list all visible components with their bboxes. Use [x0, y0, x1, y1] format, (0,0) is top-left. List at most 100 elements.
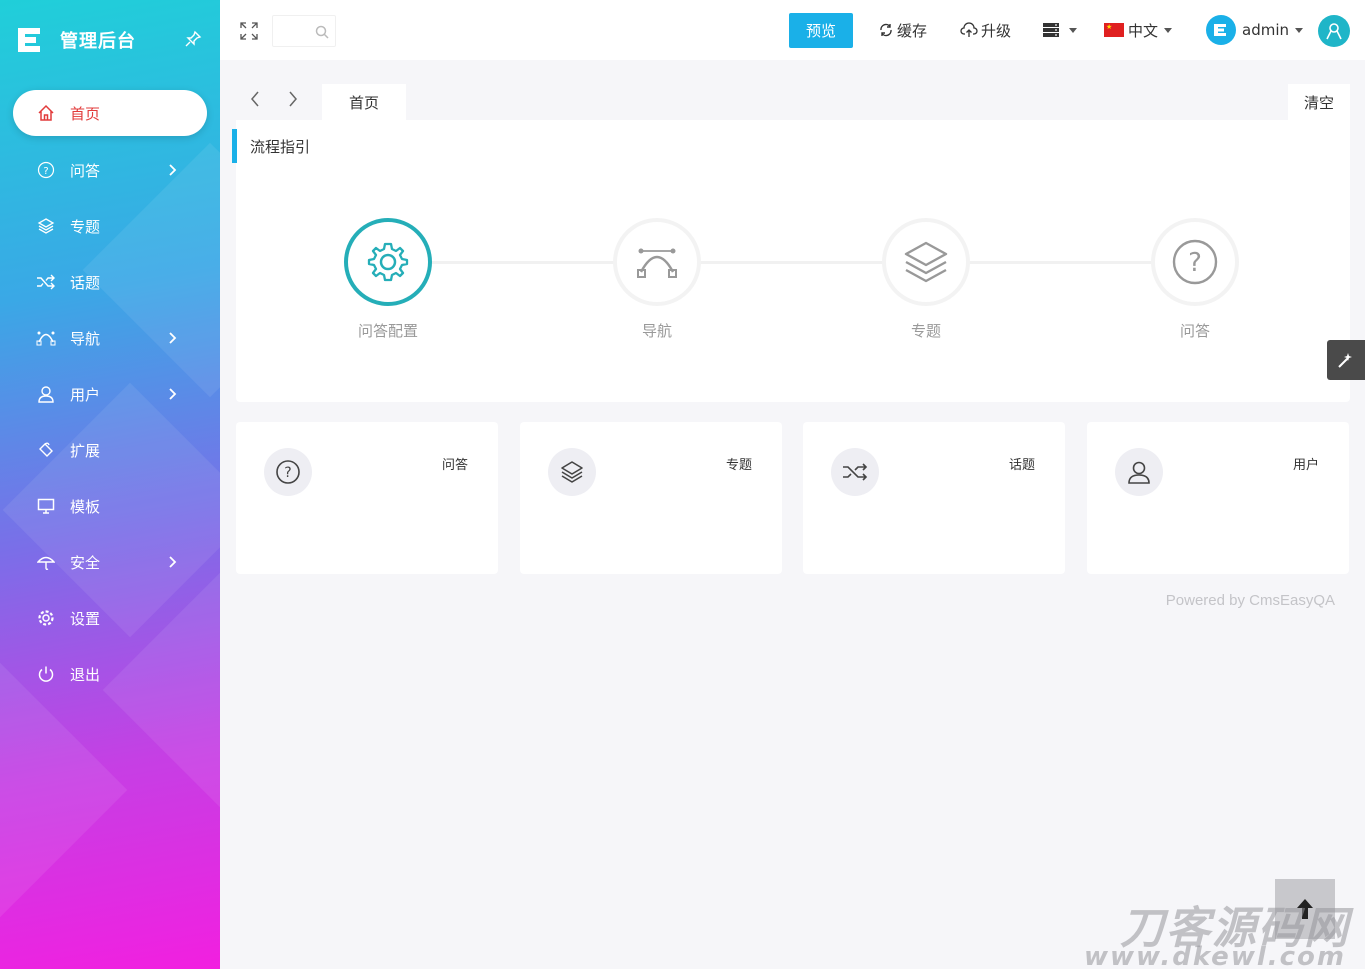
profile-badge-icon[interactable] [1318, 15, 1350, 47]
refresh-icon [880, 23, 892, 37]
stat-label: 用户 [1292, 458, 1319, 473]
sidebar-item-label: 设置 [70, 609, 101, 628]
chevron-right-icon[interactable] [282, 88, 302, 110]
stat-card-qa[interactable]: ? 问答 [236, 422, 498, 574]
chevron-right-icon [168, 162, 178, 178]
sidebar-item-subjects[interactable]: 话题 [0, 254, 220, 310]
pin-icon[interactable] [184, 30, 202, 48]
sidebar-item-label: 问答 [70, 161, 101, 180]
section-title: 流程指引 [232, 129, 310, 163]
question-circle-icon: ? [36, 160, 56, 180]
sidebar-item-label: 专题 [70, 217, 101, 236]
question-circle-icon: ? [264, 448, 312, 496]
puzzle-icon [36, 440, 56, 460]
sidebar-item-label: 模板 [70, 497, 101, 516]
server-icon [1043, 23, 1059, 37]
upgrade-button[interactable]: 升级 [960, 19, 1011, 41]
user-avatar-icon [1206, 15, 1236, 45]
sidebar-item-navigation[interactable]: 导航 [0, 310, 220, 366]
cache-button[interactable]: 缓存 [878, 19, 927, 41]
sidebar-item-extensions[interactable]: 扩展 [0, 422, 220, 478]
user-name: admin [1242, 21, 1289, 39]
guide-title: 流程指引 [250, 137, 311, 156]
china-flag-icon [1104, 23, 1124, 37]
step-connector [428, 261, 1190, 264]
side-tool-button[interactable] [1327, 340, 1365, 380]
cache-label: 缓存 [897, 21, 928, 40]
cloud-upload-icon [960, 22, 978, 37]
sidebar-item-label: 导航 [70, 329, 101, 348]
watermark: 刀客源码网 www.dkewl.com [1084, 892, 1360, 969]
watermark-url: www.dkewl.com [1083, 942, 1346, 969]
magic-wand-icon [1338, 353, 1352, 368]
step-qa-config[interactable]: 问答配置 [328, 218, 448, 341]
sidebar-item-home[interactable]: 首页 [13, 90, 207, 136]
search-input[interactable] [272, 15, 336, 47]
question-circle-icon: ? [1151, 218, 1239, 306]
server-menu-button[interactable] [1042, 19, 1077, 41]
sidebar-item-label: 用户 [70, 385, 101, 404]
caret-down-icon [1164, 27, 1173, 33]
stat-label: 问答 [441, 458, 468, 473]
chevron-right-icon [168, 386, 178, 402]
sidebar-item-security[interactable]: 安全 [0, 534, 220, 590]
stat-label: 专题 [725, 458, 752, 473]
bezier-icon [613, 218, 701, 306]
sidebar-item-label: 扩展 [70, 441, 101, 460]
sidebar-item-templates[interactable]: 模板 [0, 478, 220, 534]
sidebar-item-label: 安全 [70, 553, 101, 572]
step-label: 专题 [910, 322, 941, 340]
language-selector[interactable]: 中文 [1104, 19, 1173, 41]
stat-card-subjects[interactable]: 话题 [803, 422, 1065, 574]
monitor-icon [36, 496, 56, 516]
brand: 管理后台 [14, 22, 206, 58]
layers-icon [36, 216, 56, 236]
stat-card-users[interactable]: 用户 [1087, 422, 1349, 574]
powered-by: Powered by CmsEasyQA [1165, 592, 1335, 609]
search-icon [315, 25, 329, 39]
sidebar-item-topics[interactable]: 专题 [0, 198, 220, 254]
guide-card: 首页 清空 流程指引 问答配置 导航 专题 ? 问答 [232, 78, 1350, 402]
stat-cards: ? 问答 专题 话题 用户 [236, 422, 1350, 574]
sidebar-item-qa[interactable]: ? 问答 [0, 142, 220, 198]
logo-icon [14, 24, 44, 56]
shuffle-icon [831, 448, 879, 496]
shuffle-icon [36, 272, 56, 292]
power-icon [36, 664, 56, 684]
sidebar-item-logout[interactable]: 退出 [0, 646, 220, 702]
step-label: 问答配置 [357, 322, 418, 340]
sidebar-item-users[interactable]: 用户 [0, 366, 220, 422]
gear-icon [36, 608, 56, 628]
caret-down-icon [1295, 27, 1303, 33]
stat-card-topics[interactable]: 专题 [520, 422, 782, 574]
sidebar-item-label: 首页 [70, 104, 101, 123]
bezier-icon [36, 328, 56, 348]
step-navigation[interactable]: 导航 [597, 218, 717, 341]
fullscreen-icon[interactable] [240, 22, 258, 40]
preview-button[interactable]: 预览 [789, 13, 853, 48]
brand-title: 管理后台 [60, 31, 136, 52]
chevron-left-icon[interactable] [246, 88, 266, 110]
step-topics[interactable]: 专题 [866, 218, 986, 341]
user-icon [1115, 448, 1163, 496]
user-menu[interactable]: admin [1206, 15, 1303, 45]
sidebar-item-label: 话题 [70, 273, 101, 292]
guide-steps: 问答配置 导航 专题 ? 问答 [236, 198, 1350, 348]
sidebar-item-settings[interactable]: 设置 [0, 590, 220, 646]
home-icon [36, 103, 56, 123]
svg-text:?: ? [43, 166, 48, 177]
tab-bar: 首页 清空 [236, 78, 1350, 120]
umbrella-icon [36, 552, 56, 572]
layers-icon [882, 218, 970, 306]
topbar: 预览 缓存 升级 中文 admin [220, 0, 1365, 60]
step-qa[interactable]: ? 问答 [1135, 218, 1255, 341]
sidebar-menu: 首页 ? 问答 专题 话题 导航 用户 扩展 模板 安全 设置 退出 [0, 86, 220, 702]
sidebar-item-label: 退出 [70, 665, 101, 684]
svg-text:?: ? [284, 465, 291, 481]
clear-tabs-button[interactable]: 清空 [1288, 84, 1350, 120]
language-label: 中文 [1128, 21, 1159, 40]
tab-home[interactable]: 首页 [322, 84, 406, 120]
user-icon [36, 384, 56, 404]
stat-label: 话题 [1008, 458, 1035, 473]
chevron-right-icon [168, 554, 178, 570]
